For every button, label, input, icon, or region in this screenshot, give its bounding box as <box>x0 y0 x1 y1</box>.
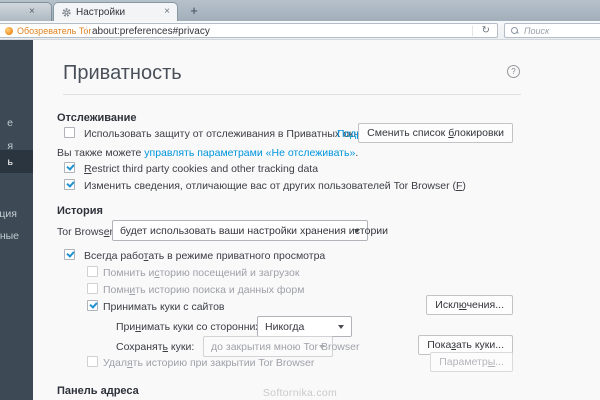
page-title: Приватность <box>63 62 182 85</box>
sidebar-item-sync[interactable]: ция <box>0 208 17 220</box>
browser-window: × Настройки × + Обозреватель Tor about:p… <box>0 0 600 400</box>
keep-cookies-select: до закрытия мною Tor Browser <box>203 336 333 357</box>
identity-label[interactable]: Обозреватель Tor <box>17 26 91 36</box>
divider <box>86 26 87 36</box>
do-not-track-note-prefix: Вы также можете <box>57 147 144 159</box>
close-icon[interactable]: × <box>164 6 170 17</box>
accept-cookies-checkbox[interactable] <box>87 300 98 311</box>
navigation-toolbar: Обозреватель Tor about:preferences#priva… <box>0 21 600 40</box>
sidebar-item-applications[interactable]: я <box>7 140 13 152</box>
tab-settings[interactable]: Настройки × <box>53 2 178 21</box>
clear-on-close-checkbox <box>87 356 98 367</box>
clear-on-close-label: Удалять историю при закрытии Tor Browser <box>103 357 314 369</box>
cookie-exceptions-button[interactable]: Исключения... <box>426 295 513 315</box>
section-history-heading: История <box>57 205 103 217</box>
watermark: Softornika.com <box>0 387 600 399</box>
change-details-checkbox[interactable] <box>64 179 75 190</box>
sidebar-item-privacy[interactable]: ь <box>8 156 13 168</box>
category-sidebar: е я ь ция ьные <box>0 40 33 400</box>
change-details-label[interactable]: Изменить сведения, отличающие вас от дру… <box>84 180 466 192</box>
tab-bar: × Настройки × + <box>0 0 600 21</box>
remember-search-checkbox <box>87 283 98 294</box>
restrict-cookies-checkbox[interactable] <box>64 162 75 173</box>
do-not-track-link[interactable]: управлять параметрами «Не отслеживать» <box>144 147 355 159</box>
restrict-cookies-label[interactable]: Restrict third party cookies and other t… <box>84 163 318 175</box>
change-blocklist-button[interactable]: Сменить список блокировки <box>358 123 513 143</box>
tracking-protection-label[interactable]: Использовать защиту от отслеживания в Пр… <box>84 128 370 140</box>
tab-title: Настройки <box>76 7 125 18</box>
history-mode-select[interactable]: будет использовать ваши настройки хранен… <box>112 220 368 241</box>
clear-settings-button: Параметры... <box>430 352 513 372</box>
history-mode-label: Tor Browser: <box>57 226 116 238</box>
keep-cookies-label: Сохранять куки: <box>116 341 194 353</box>
help-icon[interactable]: ? <box>507 65 520 78</box>
always-private-checkbox[interactable] <box>64 249 75 260</box>
new-tab-button[interactable]: + <box>182 2 206 21</box>
reload-icon[interactable]: ↻ <box>482 25 490 36</box>
close-icon[interactable]: × <box>29 7 35 17</box>
url-text[interactable]: about:preferences#privacy <box>92 26 210 37</box>
search-placeholder: Поиск <box>524 26 549 36</box>
tab-inactive[interactable]: × <box>0 2 52 21</box>
remember-visits-label: Помнить историю посещений и загрузок <box>103 267 299 279</box>
torbutton-onion-icon[interactable] <box>5 27 13 35</box>
section-tracking-heading: Отслеживание <box>57 112 137 124</box>
url-bar[interactable]: Обозреватель Tor about:preferences#priva… <box>0 23 498 38</box>
do-not-track-note: Вы также можете управлять параметрами «Н… <box>57 147 358 159</box>
accept-cookies-label[interactable]: Принимать куки с сайтов <box>103 301 225 313</box>
divider <box>63 94 521 95</box>
remember-visits-checkbox <box>87 266 98 277</box>
do-not-track-note-suffix: . <box>355 147 358 159</box>
remember-search-label: Помнить историю поиска и данных форм <box>103 284 304 296</box>
search-input[interactable]: Поиск <box>504 23 600 38</box>
gear-icon <box>61 7 72 18</box>
sidebar-item-advanced[interactable]: ьные <box>0 230 19 242</box>
divider <box>472 26 473 36</box>
sidebar-item-content[interactable]: е <box>7 117 13 129</box>
sidebar-selected-highlight <box>0 150 33 173</box>
tracking-protection-checkbox[interactable] <box>64 127 75 138</box>
search-icon <box>511 27 518 34</box>
always-private-label[interactable]: Всегда работать в режиме приватного прос… <box>84 250 325 262</box>
third-party-cookies-select[interactable]: Никогда <box>257 316 352 337</box>
